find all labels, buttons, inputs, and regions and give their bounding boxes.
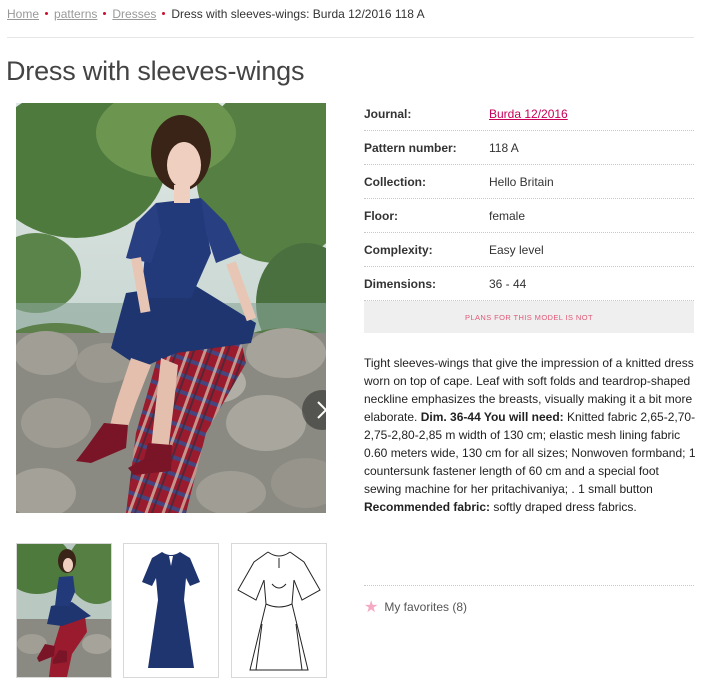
- spec-row-collection: Collection: Hello Britain: [364, 165, 694, 199]
- spec-value: female: [489, 208, 526, 223]
- breadcrumb-dresses-link[interactable]: Dresses: [112, 7, 156, 21]
- thumbnail-photo-image: [17, 544, 111, 677]
- spec-row-complexity: Complexity: Easy level: [364, 233, 694, 267]
- spec-label: Complexity:: [364, 242, 433, 257]
- thumbnail-dress[interactable]: [123, 543, 219, 678]
- breadcrumb-home-link[interactable]: Home: [7, 7, 39, 21]
- plans-notice: PLANS FOR THIS MODEL IS NOT: [364, 301, 694, 333]
- spec-value: 118 A: [489, 140, 519, 155]
- star-icon: ★: [364, 599, 379, 616]
- breadcrumb-patterns-link[interactable]: patterns: [54, 7, 97, 21]
- pattern-specs-table: Journal: Burda 12/2016 Pattern number: 1…: [364, 97, 694, 301]
- journal-link[interactable]: Burda 12/2016: [489, 107, 568, 121]
- spec-label: Journal:: [364, 106, 412, 121]
- breadcrumb-separator: [162, 12, 166, 16]
- main-product-photo[interactable]: [16, 103, 326, 513]
- thumbnail-dress-image: [124, 544, 218, 677]
- favorites-button[interactable]: ★ My favorites (8): [364, 597, 467, 617]
- breadcrumb-separator: [45, 12, 49, 16]
- thumbnail-photo[interactable]: [16, 543, 112, 678]
- description-text: softly draped dress fabrics.: [490, 500, 637, 514]
- thumbnail-drawing-image: [232, 544, 326, 677]
- breadcrumb-separator: [103, 12, 107, 16]
- thumbnail-technical-drawing[interactable]: [231, 543, 327, 678]
- spec-row-pattern-number: Pattern number: 118 A: [364, 131, 694, 165]
- spec-label: Collection:: [364, 174, 426, 189]
- photo-illustration: [16, 103, 326, 513]
- spec-value: 36 - 44: [489, 276, 527, 291]
- spec-value: Easy level: [489, 242, 544, 257]
- chevron-right-icon: [317, 401, 326, 419]
- breadcrumb: Home patterns Dresses Dress with sleeves-wi…: [7, 7, 425, 21]
- pattern-description: Tight sleeves-wings that give the impres…: [364, 354, 699, 516]
- spec-label: Pattern number:: [364, 140, 457, 155]
- spec-value: Hello Britain: [489, 174, 554, 189]
- spec-label: Floor:: [364, 208, 398, 223]
- spec-label: Dimensions:: [364, 276, 437, 291]
- spec-row-journal: Journal: Burda 12/2016: [364, 97, 694, 131]
- header-divider: [7, 37, 694, 38]
- favorites-divider: [364, 585, 694, 586]
- description-bold: Recommended fabric:: [364, 500, 491, 514]
- spec-row-dimensions: Dimensions: 36 - 44: [364, 267, 694, 301]
- favorites-label: My favorites (8): [384, 600, 468, 614]
- description-bold: Dim. 36-44 You will need:: [420, 410, 564, 424]
- page-title: Dress with sleeves-wings: [6, 56, 305, 86]
- breadcrumb-current: Dress with sleeves-wings: Burda 12/2016 …: [171, 7, 425, 21]
- spec-row-floor: Floor: female: [364, 199, 694, 233]
